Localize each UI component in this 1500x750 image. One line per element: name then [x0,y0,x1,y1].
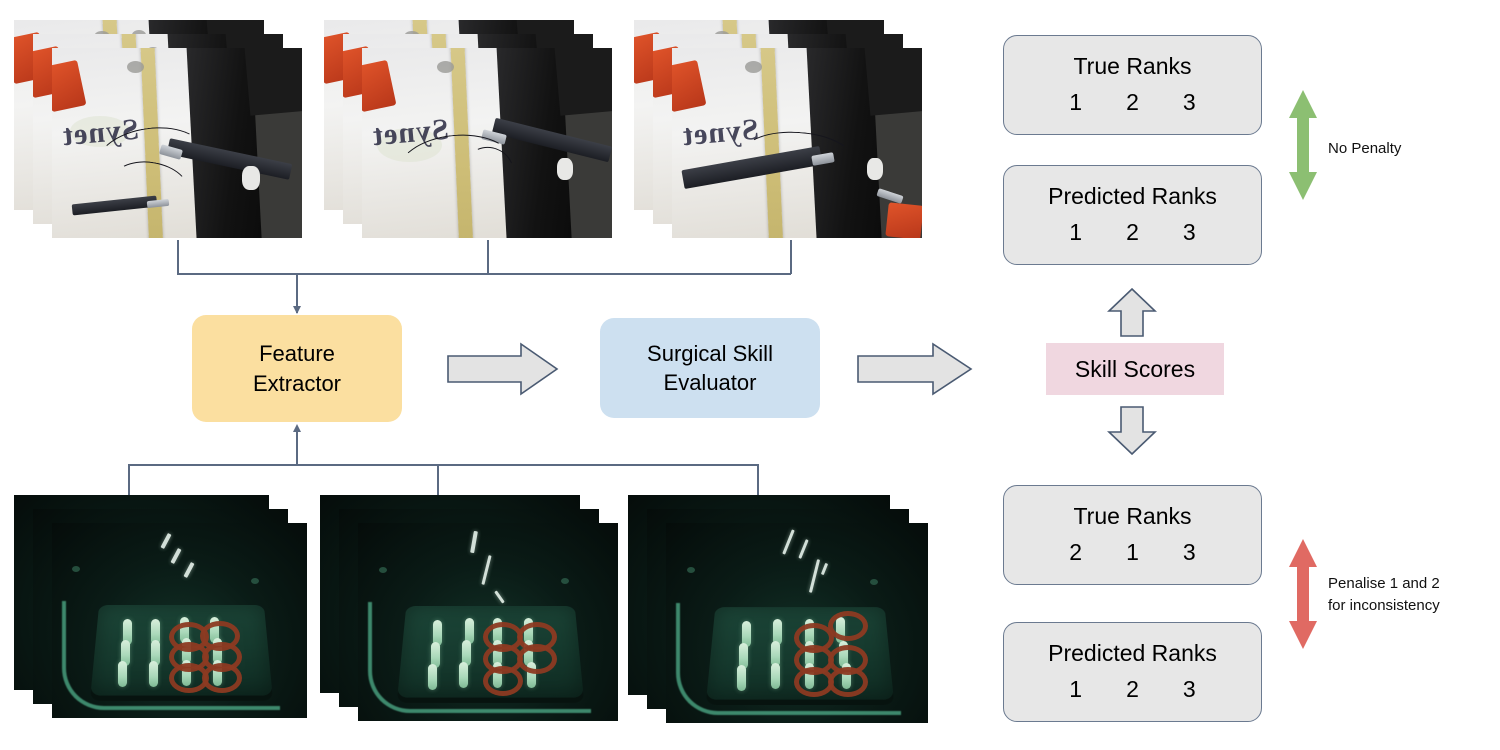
rank-value: 2 [1069,538,1083,565]
skill-scores-box[interactable]: Skill Scores [1046,343,1224,395]
penalty-double-arrow-icon [1286,537,1320,651]
rank-value: 3 [1182,88,1196,115]
arrow-scores-to-true-bottom [1107,405,1157,455]
predicted-ranks-values: 1 2 3 [1069,676,1195,703]
connector-top-stub-right [790,240,792,274]
connector-bottom-rise [296,430,298,465]
arrow-scores-to-predicted-top [1107,288,1157,338]
rank-value: 2 [1126,88,1139,115]
figure-canvas: Synet Synet Synet Feature Extractor Surg… [0,0,1500,750]
video-frame-front: Synet [52,48,302,238]
rank-value: 2 [1126,675,1139,702]
true-ranks-values: 2 1 3 [1069,539,1195,566]
video-frame-front [666,523,928,723]
suturing-clip-stack-1: Synet [14,20,304,240]
rank-value: 2 [1126,218,1139,245]
feature-extractor-label: Feature Extractor [252,341,342,396]
rank-value: 1 [1069,218,1083,245]
connector-top-arrowhead [293,306,301,314]
true-ranks-box-bottom[interactable]: True Ranks 2 1 3 [1003,485,1262,585]
true-ranks-title: True Ranks [1073,503,1192,530]
predicted-ranks-title: Predicted Ranks [1048,183,1217,210]
video-frame-front: Synet [672,48,922,238]
no-penalty-double-arrow-icon [1286,88,1320,202]
skill-scores-label: Skill Scores [1074,355,1196,382]
penalty-note: Penalise 1 and 2 for inconsistency [1328,575,1440,614]
rank-value: 1 [1126,538,1139,565]
rank-value: 3 [1182,218,1196,245]
connector-top-bus [177,273,791,275]
suturing-clip-stack-3: Synet [634,20,924,240]
needle-passing-clip-stack-1 [14,495,314,725]
video-frame-front [52,523,307,718]
rank-value: 3 [1182,675,1196,702]
connector-top-stub-mid [487,240,489,274]
arrow-feature-to-evaluator [447,342,559,396]
arrow-evaluator-to-scores [857,342,973,396]
surgical-skill-evaluator-label: Surgical Skill Evaluator [647,340,773,395]
predicted-ranks-box-top[interactable]: Predicted Ranks 1 2 3 [1003,165,1262,265]
video-frame-front [358,523,618,721]
true-ranks-values: 1 2 3 [1069,89,1195,116]
connector-bottom-bus [128,464,758,466]
feature-extractor-box[interactable]: Feature Extractor [192,315,402,422]
predicted-ranks-values: 1 2 3 [1069,219,1195,246]
true-ranks-title: True Ranks [1073,53,1192,80]
connector-top-stub-left [177,240,179,274]
rank-value: 3 [1182,538,1196,565]
no-penalty-note: No Penalty [1328,140,1402,157]
surgical-skill-evaluator-box[interactable]: Surgical Skill Evaluator [600,318,820,418]
suturing-clip-stack-2: Synet [324,20,614,240]
predicted-ranks-box-bottom[interactable]: Predicted Ranks 1 2 3 [1003,622,1262,722]
needle-passing-clip-stack-2 [320,495,620,725]
needle-passing-clip-stack-3 [628,495,928,725]
rank-value: 1 [1069,88,1083,115]
true-ranks-box-top[interactable]: True Ranks 1 2 3 [1003,35,1262,135]
video-frame-front: Synet [362,48,612,238]
predicted-ranks-title: Predicted Ranks [1048,640,1217,667]
rank-value: 1 [1069,675,1083,702]
